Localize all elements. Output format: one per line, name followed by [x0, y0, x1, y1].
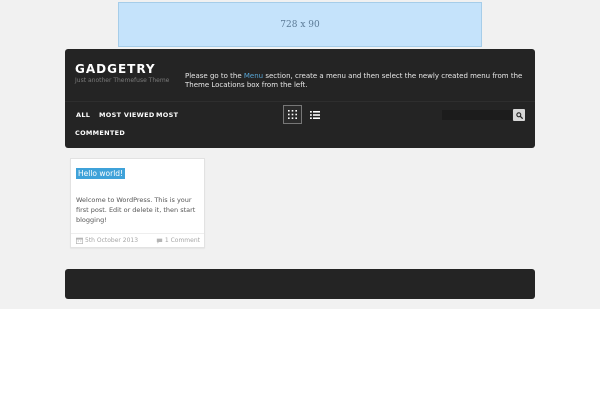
footer-bar: [65, 269, 535, 299]
ad-banner-label: 728 x 90: [280, 19, 320, 30]
list-icon: [309, 110, 320, 119]
post-date: 5th October 2013: [76, 237, 138, 244]
list-view-button[interactable]: [305, 105, 324, 124]
comment-icon: [156, 238, 163, 244]
nav-item-most-viewed[interactable]: MOST VIEWED: [99, 111, 155, 119]
post-date-text: 5th October 2013: [85, 237, 139, 244]
menu-link[interactable]: Menu: [244, 72, 263, 80]
nav-item-all[interactable]: ALL: [76, 111, 90, 119]
post-comments-text: 1 Comment: [164, 237, 200, 244]
post-excerpt: Welcome to WordPress. This is your first…: [76, 196, 196, 224]
search-button[interactable]: [513, 109, 525, 121]
post-card: Hello world! Welcome to WordPress. This …: [70, 158, 205, 248]
search-icon: [515, 111, 523, 119]
grid-view-button[interactable]: [283, 105, 302, 124]
search-input[interactable]: [442, 110, 512, 120]
site-title[interactable]: GADGETRY: [75, 62, 156, 76]
nav-item-commented[interactable]: COMMENTED: [75, 129, 125, 137]
grid-icon: [288, 110, 297, 119]
post-title[interactable]: Hello world!: [76, 168, 126, 179]
menu-notice-text-before: Please go to the: [185, 72, 244, 80]
nav-item-most[interactable]: MOST: [156, 111, 178, 119]
ad-banner[interactable]: 728 x 90: [118, 2, 482, 47]
header-divider: [65, 101, 535, 102]
post-meta: 5th October 2013 1 Comment: [71, 233, 204, 248]
site-header: GADGETRY Just another Themefuse Theme Pl…: [65, 49, 535, 148]
calendar-icon: [76, 237, 83, 244]
post-comments-link[interactable]: 1 Comment: [156, 237, 200, 244]
site-tagline: Just another Themefuse Theme: [75, 77, 170, 84]
menu-notice: Please go to the Menu section, create a …: [185, 72, 530, 90]
page: 728 x 90 GADGETRY Just another Themefuse…: [0, 0, 600, 400]
